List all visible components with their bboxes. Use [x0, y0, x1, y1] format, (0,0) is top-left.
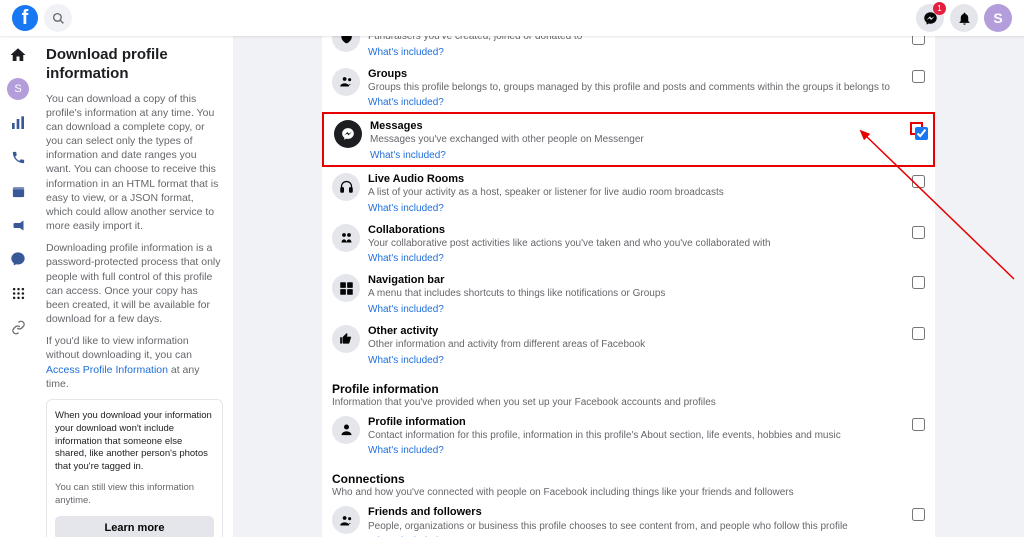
whats-included-link[interactable]: What's included?: [368, 445, 444, 456]
messenger-icon: [10, 251, 26, 267]
row-title: Live Audio Rooms: [368, 173, 904, 186]
info-card: When you download your information your …: [46, 399, 223, 537]
nav-insights[interactable]: [7, 112, 29, 134]
checkbox-navigation-bar[interactable]: [912, 276, 925, 289]
fundraisers-icon: [332, 36, 360, 52]
nav-messenger[interactable]: [7, 248, 29, 270]
nav-calls[interactable]: [7, 146, 29, 168]
messages-icon: [334, 120, 362, 148]
nav-more[interactable]: [7, 282, 29, 304]
thumb-up-icon: [332, 325, 360, 353]
friends-icon: [332, 506, 360, 534]
bars-icon: [10, 115, 26, 131]
nav-calendar[interactable]: [7, 180, 29, 202]
row-desc: Contact information for this profile, in…: [368, 430, 904, 443]
row-title: Groups: [368, 68, 904, 81]
row-desc: A menu that includes shortcuts to things…: [368, 288, 904, 301]
checkbox-other-activity[interactable]: [912, 327, 925, 340]
checkbox-profile-info[interactable]: [912, 418, 925, 431]
messenger-badge: 1: [933, 2, 946, 15]
whats-included-link[interactable]: What's included?: [368, 97, 444, 108]
row-title: Friends and followers: [368, 506, 904, 519]
row-collaborations: Collaborations Your collaborative post a…: [322, 218, 935, 269]
navigation-icon: [332, 274, 360, 302]
search-icon: [52, 12, 65, 25]
facebook-logo[interactable]: f: [12, 5, 38, 31]
profile-avatar-button[interactable]: S: [984, 4, 1012, 32]
checkbox-groups[interactable]: [912, 70, 925, 83]
section-subtitle: Information that you've provided when yo…: [332, 397, 935, 408]
info-card-text-1: When you download your information your …: [55, 410, 214, 474]
whats-included-link[interactable]: What's included?: [370, 150, 446, 161]
row-desc: Groups this profile belongs to, groups m…: [368, 82, 904, 95]
left-info-panel: Download profile information You can dow…: [36, 36, 233, 537]
access-profile-info-link[interactable]: Access Profile Information: [46, 364, 168, 376]
whats-included-link[interactable]: What's included?: [368, 47, 444, 58]
info-card-text-2: You can still view this information anyt…: [55, 482, 214, 508]
checkbox-messages[interactable]: [915, 127, 928, 140]
row-title: Profile information: [368, 416, 904, 429]
megaphone-icon: [11, 218, 26, 233]
phone-icon: [11, 150, 26, 165]
person-icon: [332, 416, 360, 444]
messenger-button[interactable]: 1: [916, 4, 944, 32]
row-title: Navigation bar: [368, 274, 904, 287]
main-area: Fundraisers you've created, joined or do…: [233, 36, 1024, 537]
row-groups: Groups Groups this profile belongs to, g…: [322, 62, 935, 113]
bell-icon: [957, 11, 972, 26]
row-fundraisers-partial: Fundraisers you've created, joined or do…: [322, 36, 935, 62]
page-title: Download profile information: [46, 46, 223, 84]
row-desc: People, organizations or business this p…: [368, 521, 904, 534]
top-bar: f 1 S: [0, 0, 1024, 36]
info-paragraph-3: If you'd like to view information withou…: [46, 334, 223, 391]
section-title: Connections: [332, 472, 935, 486]
checkbox-friends-followers[interactable]: [912, 508, 925, 521]
grid-icon: [11, 286, 26, 301]
row-desc: Fundraisers you've created, joined or do…: [368, 36, 904, 44]
groups-icon: [332, 68, 360, 96]
search-button[interactable]: [44, 4, 72, 32]
nav-home[interactable]: [7, 44, 29, 66]
headphones-icon: [332, 173, 360, 201]
info-paragraph-1: You can download a copy of this profile'…: [46, 92, 223, 234]
collaboration-icon: [332, 224, 360, 252]
settings-card: Fundraisers you've created, joined or do…: [322, 36, 935, 537]
row-title: Other activity: [368, 325, 904, 338]
checkbox-collaborations[interactable]: [912, 226, 925, 239]
icon-rail: S: [0, 36, 36, 537]
link-icon: [11, 320, 26, 335]
calendar-icon: [11, 184, 26, 199]
row-desc: Your collaborative post activities like …: [368, 238, 904, 251]
row-messages: Messages Messages you've exchanged with …: [322, 112, 935, 167]
home-icon: [9, 46, 27, 64]
row-desc: A list of your activity as a host, speak…: [368, 187, 904, 200]
nav-profile[interactable]: S: [7, 78, 29, 100]
row-live-audio: Live Audio Rooms A list of your activity…: [322, 167, 935, 218]
nav-link[interactable]: [7, 316, 29, 338]
checkbox-fundraisers[interactable]: [912, 36, 925, 45]
whats-included-link[interactable]: What's included?: [368, 253, 444, 264]
section-connections: Connections Who and how you've connected…: [332, 472, 935, 498]
learn-more-button[interactable]: Learn more: [55, 516, 214, 537]
row-desc: Other information and activity from diff…: [368, 339, 904, 352]
row-navigation-bar: Navigation bar A menu that includes shor…: [322, 268, 935, 319]
row-title: Collaborations: [368, 224, 904, 237]
info-paragraph-2: Downloading profile information is a pas…: [46, 241, 223, 326]
checkbox-live-audio[interactable]: [912, 175, 925, 188]
whats-included-link[interactable]: What's included?: [368, 203, 444, 214]
row-profile-info: Profile information Contact information …: [322, 410, 935, 461]
nav-ads[interactable]: [7, 214, 29, 236]
section-subtitle: Who and how you've connected with people…: [332, 487, 935, 498]
row-other-activity: Other activity Other information and act…: [322, 319, 935, 370]
section-profile-info: Profile information Information that you…: [332, 382, 935, 408]
row-friends-followers: Friends and followers People, organizati…: [322, 500, 935, 537]
notifications-button[interactable]: [950, 4, 978, 32]
whats-included-link[interactable]: What's included?: [368, 355, 444, 366]
whats-included-link[interactable]: What's included?: [368, 304, 444, 315]
row-desc: Messages you've exchanged with other peo…: [370, 134, 902, 147]
section-title: Profile information: [332, 382, 935, 396]
row-title: Messages: [370, 120, 902, 133]
